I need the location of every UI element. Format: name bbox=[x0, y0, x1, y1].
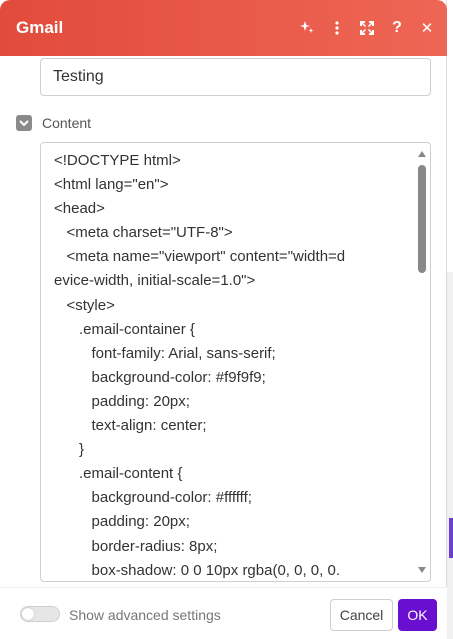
code-line[interactable]: text-align: center; bbox=[54, 414, 404, 438]
code-line[interactable]: border-radius: 8px; bbox=[54, 535, 404, 559]
code-line[interactable]: .email-content { bbox=[54, 462, 404, 486]
content-label: Content bbox=[42, 115, 92, 131]
subject-field[interactable] bbox=[40, 58, 431, 96]
toggle-knob bbox=[22, 608, 34, 620]
gmail-module-panel: Gmail ? ✕ Content <!DOCTYPE html><html l… bbox=[0, 0, 447, 639]
code-line[interactable]: box-shadow: 0 0 10px rgba(0, 0, 0, 0. bbox=[54, 559, 404, 581]
scroll-down-arrow-icon[interactable] bbox=[418, 567, 426, 573]
ok-button[interactable]: OK bbox=[398, 599, 437, 631]
advanced-settings-label: Show advanced settings bbox=[69, 607, 221, 623]
expand-icon[interactable] bbox=[357, 17, 377, 39]
code-line[interactable]: } bbox=[54, 438, 404, 462]
help-icon[interactable]: ? bbox=[387, 17, 407, 39]
editor-scrollbar[interactable] bbox=[414, 143, 430, 581]
collapse-chevron-icon[interactable] bbox=[16, 115, 32, 131]
code-line[interactable]: font-family: Arial, sans-serif; bbox=[54, 342, 404, 366]
code-line[interactable]: <html lang="en"> bbox=[54, 173, 404, 197]
panel-header: Gmail ? ✕ bbox=[0, 0, 447, 56]
more-vertical-icon[interactable] bbox=[327, 17, 347, 39]
background-strip bbox=[447, 272, 453, 639]
advanced-settings-toggle[interactable] bbox=[20, 606, 60, 622]
panel-title: Gmail bbox=[16, 18, 64, 37]
code-line[interactable]: padding: 20px; bbox=[54, 510, 404, 534]
background-accent bbox=[449, 518, 453, 558]
code-line[interactable]: evice-width, initial-scale=1.0"> bbox=[54, 269, 404, 293]
code-line[interactable]: background-color: #f9f9f9; bbox=[54, 366, 404, 390]
scroll-thumb[interactable] bbox=[418, 165, 426, 273]
code-line[interactable]: padding: 20px; bbox=[54, 390, 404, 414]
close-icon[interactable]: ✕ bbox=[417, 17, 437, 39]
content-section-header[interactable]: Content bbox=[16, 113, 91, 133]
code-line[interactable]: <meta charset="UTF-8"> bbox=[54, 221, 404, 245]
code-line[interactable]: .email-container { bbox=[54, 318, 404, 342]
content-code-editor[interactable]: <!DOCTYPE html> <html lang="en"> <head> <m… bbox=[40, 142, 431, 582]
code-line[interactable]: background-color: #ffffff; bbox=[54, 486, 404, 510]
panel-footer: Show advanced settings Cancel OK bbox=[0, 587, 447, 639]
code-line[interactable]: <!DOCTYPE html> bbox=[54, 149, 404, 173]
ai-sparkle-icon[interactable] bbox=[297, 17, 317, 39]
header-actions: ? ✕ bbox=[297, 17, 437, 39]
cancel-button[interactable]: Cancel bbox=[330, 599, 393, 631]
code-line[interactable]: <style> bbox=[54, 294, 404, 318]
code-line[interactable]: <meta name="viewport" content="width=d bbox=[54, 245, 404, 269]
code-text[interactable]: <!DOCTYPE html> <html lang="en"> <head> <m… bbox=[54, 149, 404, 581]
scroll-up-arrow-icon[interactable] bbox=[418, 151, 426, 157]
code-line[interactable]: <head> bbox=[54, 197, 404, 221]
